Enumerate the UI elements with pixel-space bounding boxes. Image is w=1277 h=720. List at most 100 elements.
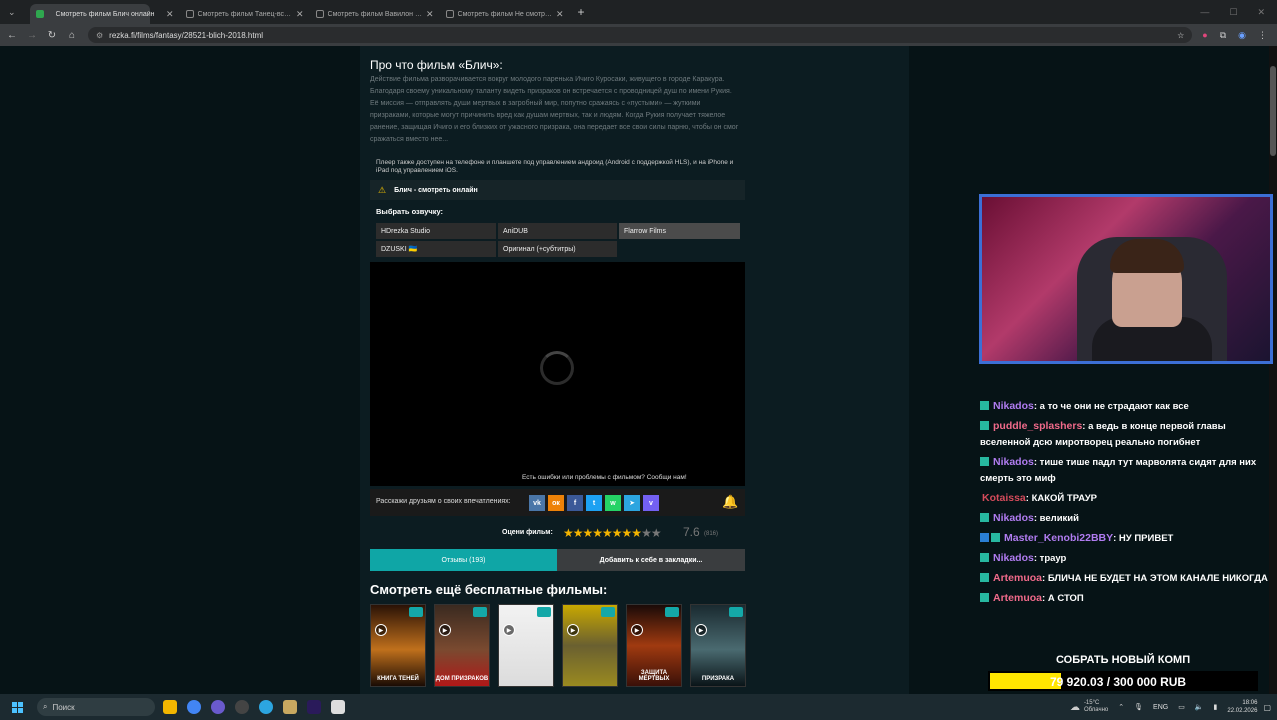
chat-message: Nikados: тише тише падл тут марволята си…: [980, 456, 1257, 484]
donation-goal-title: СОБРАТЬ НОВЫЙ КОМП: [1056, 654, 1191, 666]
site-favicon-icon: [445, 10, 454, 18]
chat-badge-icon: [980, 553, 989, 562]
camera-badge-icon: [601, 607, 615, 617]
share-label: Расскажи друзьям о своих впечатлениях:: [376, 498, 511, 505]
forward-icon[interactable]: →: [22, 30, 42, 41]
film-poster[interactable]: ▶ КНИГА ТЕНЕЙ: [370, 604, 426, 687]
voice-option-dzuski[interactable]: DZUSKI 🇺🇦: [376, 241, 496, 257]
film-poster[interactable]: ▶ ПРИЗРАКА: [690, 604, 746, 687]
browser-tab-bar: ⌄ Смотреть фильм Блич онлайн ✕ Смотреть …: [0, 0, 1277, 24]
webcam-overlay: [979, 194, 1273, 364]
tab-1[interactable]: Смотреть фильм Блич онлайн ✕: [50, 4, 180, 24]
film-poster[interactable]: ▶: [498, 604, 554, 687]
close-tab-icon[interactable]: ✕: [556, 9, 564, 20]
play-icon: ▶: [503, 624, 515, 636]
windows-taskbar: ⌕ Поиск ☁ -15°C Облачно ⌃ 🎙 ENG ▭ 🔈 ▮ 18:…: [0, 694, 1277, 720]
window-controls: — ☐ ✕: [1200, 7, 1277, 18]
obs-icon[interactable]: [235, 700, 249, 714]
battery-icon[interactable]: ▮: [1214, 703, 1218, 711]
home-icon[interactable]: ⌂: [62, 30, 82, 41]
lamp-toggle-icon[interactable]: 🔔: [722, 494, 738, 510]
tab-2[interactable]: Смотреть фильм Танец-вспыш ✕: [180, 4, 310, 24]
close-window-icon[interactable]: ✕: [1257, 7, 1265, 18]
telegram-icon[interactable]: [259, 700, 273, 714]
app-icon[interactable]: [283, 700, 297, 714]
player-header: ⚠ Блич - смотреть онлайн: [370, 180, 745, 200]
play-icon: ▶: [375, 624, 387, 636]
film-poster[interactable]: ▶ ДОМ ПРИЗРАКОВ: [434, 604, 490, 687]
film-poster[interactable]: ▶ ЗАЩИТА МЁРТВЫХ: [626, 604, 682, 687]
twitter-share-icon[interactable]: t: [586, 495, 602, 511]
bookmark-button[interactable]: Добавить к себе в закладки...: [557, 549, 745, 571]
browser-app-icon[interactable]: [331, 700, 345, 714]
voice-option-anidub[interactable]: AniDUB: [498, 223, 617, 239]
network-icon[interactable]: ▭: [1178, 703, 1185, 711]
reviews-button[interactable]: Отзывы (193): [370, 549, 557, 571]
play-icon: ▶: [439, 624, 451, 636]
chat-message: Nikados: великий: [980, 510, 1275, 527]
voice-option-hdrezka[interactable]: HDrezka Studio: [376, 223, 496, 239]
discord-icon[interactable]: [211, 700, 225, 714]
tab-list-chevron-icon[interactable]: ⌄: [0, 7, 24, 18]
camera-badge-icon: [729, 607, 743, 617]
report-problem-link[interactable]: Есть ошибки или проблемы с фильмом? Сооб…: [522, 474, 687, 481]
volume-icon[interactable]: 🔈: [1195, 703, 1204, 711]
reload-icon[interactable]: ↻: [42, 30, 62, 41]
chat-badge-icon: [980, 457, 989, 466]
new-tab-button[interactable]: +: [570, 5, 593, 19]
camera-badge-icon: [537, 607, 551, 617]
chevron-up-icon[interactable]: ⌃: [1118, 703, 1124, 711]
menu-kebab-icon[interactable]: ⋮: [1258, 30, 1267, 41]
site-info-icon[interactable]: ⚙: [96, 31, 103, 40]
language-indicator[interactable]: ENG: [1153, 704, 1168, 711]
close-tab-icon[interactable]: ✕: [166, 9, 174, 20]
warning-icon: ⚠: [378, 184, 387, 195]
address-field[interactable]: ⚙ rezka.fi/films/fantasy/28521-blich-201…: [88, 27, 1193, 43]
close-tab-icon[interactable]: ✕: [296, 9, 304, 20]
premiere-icon[interactable]: [307, 700, 321, 714]
bookmark-star-icon[interactable]: ☆: [1177, 31, 1184, 40]
voice-option-flarrow[interactable]: Flarrow Films: [619, 223, 740, 239]
taskbar-search[interactable]: ⌕ Поиск: [37, 698, 155, 716]
weather-widget[interactable]: ☁ -15°C Облачно: [1070, 700, 1108, 714]
facebook-share-icon[interactable]: f: [567, 495, 583, 511]
microphone-icon[interactable]: 🎙: [1134, 703, 1143, 711]
notification-icon[interactable]: ▢: [1263, 703, 1277, 712]
windows-start-icon[interactable]: [12, 701, 23, 713]
film-poster[interactable]: ▶: [562, 604, 618, 687]
minimize-icon[interactable]: —: [1200, 7, 1209, 18]
cloud-icon: ☁: [1069, 701, 1080, 713]
profile-avatar-icon[interactable]: ◉: [1238, 30, 1246, 41]
chat-badge-icon: [980, 573, 989, 582]
chat-message: Nikados: траур: [980, 550, 1275, 567]
chat-message: puddle_splashers: а ведь в конце первой …: [980, 420, 1226, 448]
choose-voice-label: Выбрать озвучку:: [376, 207, 444, 216]
maximize-icon[interactable]: ☐: [1229, 7, 1237, 18]
extension-icon[interactable]: ●: [1202, 30, 1207, 41]
back-icon[interactable]: ←: [2, 30, 22, 41]
chat-message: Master_Kenobi22BBY: НУ ПРИВЕТ: [980, 530, 1275, 547]
loading-spinner-icon: [540, 351, 574, 385]
camera-badge-icon: [473, 607, 487, 617]
chat-message: Artemuoa: А СТОП: [980, 590, 1275, 607]
scrollbar-thumb[interactable]: [1270, 66, 1276, 156]
voice-option-original[interactable]: Оригинал (+субтитры): [498, 241, 617, 257]
telegram-share-icon[interactable]: ➤: [624, 495, 640, 511]
file-explorer-icon[interactable]: [163, 700, 177, 714]
whatsapp-share-icon[interactable]: w: [605, 495, 621, 511]
viber-share-icon[interactable]: v: [643, 495, 659, 511]
tab-4[interactable]: Смотреть фильм Не смотрит ✕: [440, 4, 570, 24]
chat-badge-icon: [991, 533, 1000, 542]
extensions-puzzle-icon[interactable]: ⧉: [1220, 30, 1226, 41]
chat-message: Nikados: а то че они не страдают как все: [980, 398, 1275, 415]
tab-3[interactable]: Смотреть фильм Вавилон онл ✕: [310, 4, 440, 24]
vk-share-icon[interactable]: vk: [529, 495, 545, 511]
taskbar-clock[interactable]: 18:06 22.02.2026: [1227, 699, 1263, 715]
rating-stars[interactable]: ★★★★★★★★★★: [563, 526, 662, 540]
close-tab-icon[interactable]: ✕: [426, 9, 434, 20]
ok-share-icon[interactable]: ок: [548, 495, 564, 511]
chat-badge-icon: [980, 421, 989, 430]
url-text: rezka.fi/films/fantasy/28521-blich-2018.…: [109, 30, 264, 40]
chrome-icon[interactable]: [187, 700, 201, 714]
player-title: Блич - смотреть онлайн: [394, 186, 478, 194]
